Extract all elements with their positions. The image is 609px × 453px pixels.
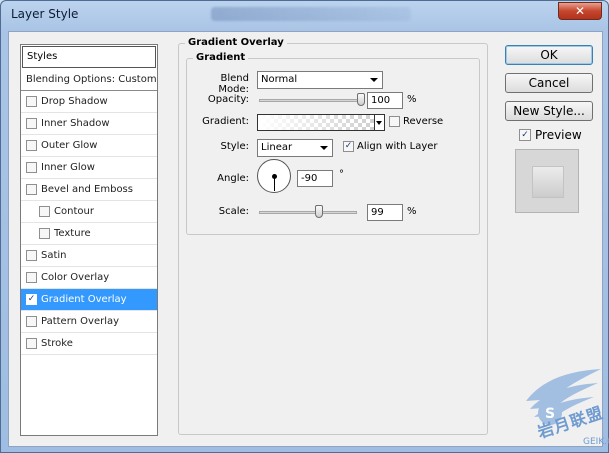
style-item-checkbox[interactable] [26,184,37,195]
ok-button[interactable]: OK [505,45,593,65]
style-item-drop-shadow[interactable]: Drop Shadow [21,91,157,113]
scale-slider-track[interactable] [259,211,357,214]
gradient-overlay-title: Gradient Overlay [185,37,287,48]
preview-thumbnail [515,149,579,213]
title-bar[interactable]: Layer Style ✕ [1,1,608,29]
style-item-label: Outer Glow [41,140,98,151]
chevron-down-icon [370,78,378,82]
style-item-checkbox[interactable] [26,162,37,173]
layer-style-window: Layer Style ✕ Styles Blending Options: C… [0,0,609,453]
style-item-checkbox[interactable] [39,228,50,239]
blend-mode-value: Normal [261,74,298,85]
reverse-label: Reverse [403,116,444,127]
gradient-overlay-group: Gradient Overlay Gradient Blend Mode: No… [178,37,488,435]
cancel-button[interactable]: Cancel [505,73,593,93]
opacity-slider-thumb[interactable] [357,93,365,106]
style-item-bevel-and-emboss[interactable]: Bevel and Emboss [21,179,157,201]
angle-input[interactable]: -90 [297,170,333,187]
style-item-label: Pattern Overlay [41,316,120,327]
style-item-checkbox[interactable]: ✓ [26,294,37,305]
scale-input[interactable]: 99 [367,204,403,221]
style-item-blending-options-custom[interactable]: Blending Options: Custom [21,69,157,91]
preview-checkbox-wrap[interactable]: ✓ Preview [519,128,582,142]
style-select[interactable]: Linear [257,139,333,157]
align-with-layer-label: Align with Layer [357,141,438,152]
close-icon: ✕ [574,4,586,18]
style-item-label: Inner Shadow [41,118,110,129]
style-item-label: Blending Options: Custom [26,74,157,85]
preview-checkbox[interactable]: ✓ [519,129,531,141]
opacity-slider-track[interactable] [259,99,361,102]
angle-unit: ° [339,169,344,180]
align-with-layer-checkbox[interactable]: ✓ [343,141,354,152]
gradient-subgroup: Gradient Blend Mode: Normal Opacity: 100… [186,52,480,235]
style-item-checkbox[interactable] [26,272,37,283]
align-checkbox-wrap[interactable]: ✓ Align with Layer [343,141,438,152]
style-item-label: Texture [54,228,91,239]
style-item-label: Color Overlay [41,272,110,283]
reverse-checkbox-wrap[interactable]: Reverse [389,116,443,127]
style-item-label: Contour [54,206,94,217]
style-item-checkbox[interactable] [26,338,37,349]
style-item-gradient-overlay[interactable]: ✓ Gradient Overlay [21,289,157,311]
style-item-stroke[interactable]: Stroke [21,333,157,355]
chevron-down-icon [320,146,328,150]
style-item-checkbox[interactable] [26,140,37,151]
style-item-contour[interactable]: Contour [21,201,157,223]
opacity-unit: % [407,94,417,105]
style-item-checkbox[interactable] [26,96,37,107]
close-button[interactable]: ✕ [558,2,602,20]
style-item-label: Gradient Overlay [41,294,127,305]
angle-needle [274,176,275,191]
scale-label: Scale: [218,206,249,217]
reverse-checkbox[interactable] [389,116,400,127]
gradient-label: Gradient: [202,116,249,127]
style-item-checkbox[interactable] [26,250,37,261]
style-item-label: Drop Shadow [41,96,108,107]
style-value: Linear [261,142,293,153]
opacity-input[interactable]: 100 [367,92,403,109]
style-item-color-overlay[interactable]: Color Overlay [21,267,157,289]
style-item-label: Bevel and Emboss [41,184,133,195]
preview-swatch [532,166,564,198]
scale-slider-thumb[interactable] [315,205,324,218]
blend-mode-label: Blend Mode: [218,73,249,95]
preview-label: Preview [535,128,582,142]
scale-unit: % [407,206,417,217]
blend-mode-select[interactable]: Normal [257,71,383,89]
style-item-label: Stroke [41,338,73,349]
styles-header[interactable]: Styles [22,46,156,68]
window-title: Layer Style [11,7,79,21]
style-item-checkbox[interactable] [26,118,37,129]
gradient-swatch[interactable] [257,114,375,131]
style-item-inner-shadow[interactable]: Inner Shadow [21,113,157,135]
gradient-subgroup-title: Gradient [193,52,249,63]
styles-list: Styles Blending Options: Custom Drop Shad… [20,44,158,436]
style-item-checkbox[interactable] [26,316,37,327]
opacity-label: Opacity: [207,94,249,105]
style-item-pattern-overlay[interactable]: Pattern Overlay [21,311,157,333]
gradient-picker-arrow[interactable] [375,114,385,131]
angle-dial[interactable] [257,159,291,193]
style-item-texture[interactable]: Texture [21,223,157,245]
style-item-label: Inner Glow [41,162,95,173]
angle-label: Angle: [217,173,249,184]
style-item-label: Satin [41,250,67,261]
watermark-subtext: GEIK.COM [583,437,609,447]
new-style-button[interactable]: New Style... [505,101,593,121]
style-item-outer-glow[interactable]: Outer Glow [21,135,157,157]
style-item-satin[interactable]: Satin [21,245,157,267]
style-item-inner-glow[interactable]: Inner Glow [21,157,157,179]
style-label: Style: [220,141,250,152]
style-item-checkbox[interactable] [39,206,50,217]
styles-rows: Blending Options: Custom Drop Shadow Inner… [21,69,157,355]
background-title-blur [211,7,411,21]
